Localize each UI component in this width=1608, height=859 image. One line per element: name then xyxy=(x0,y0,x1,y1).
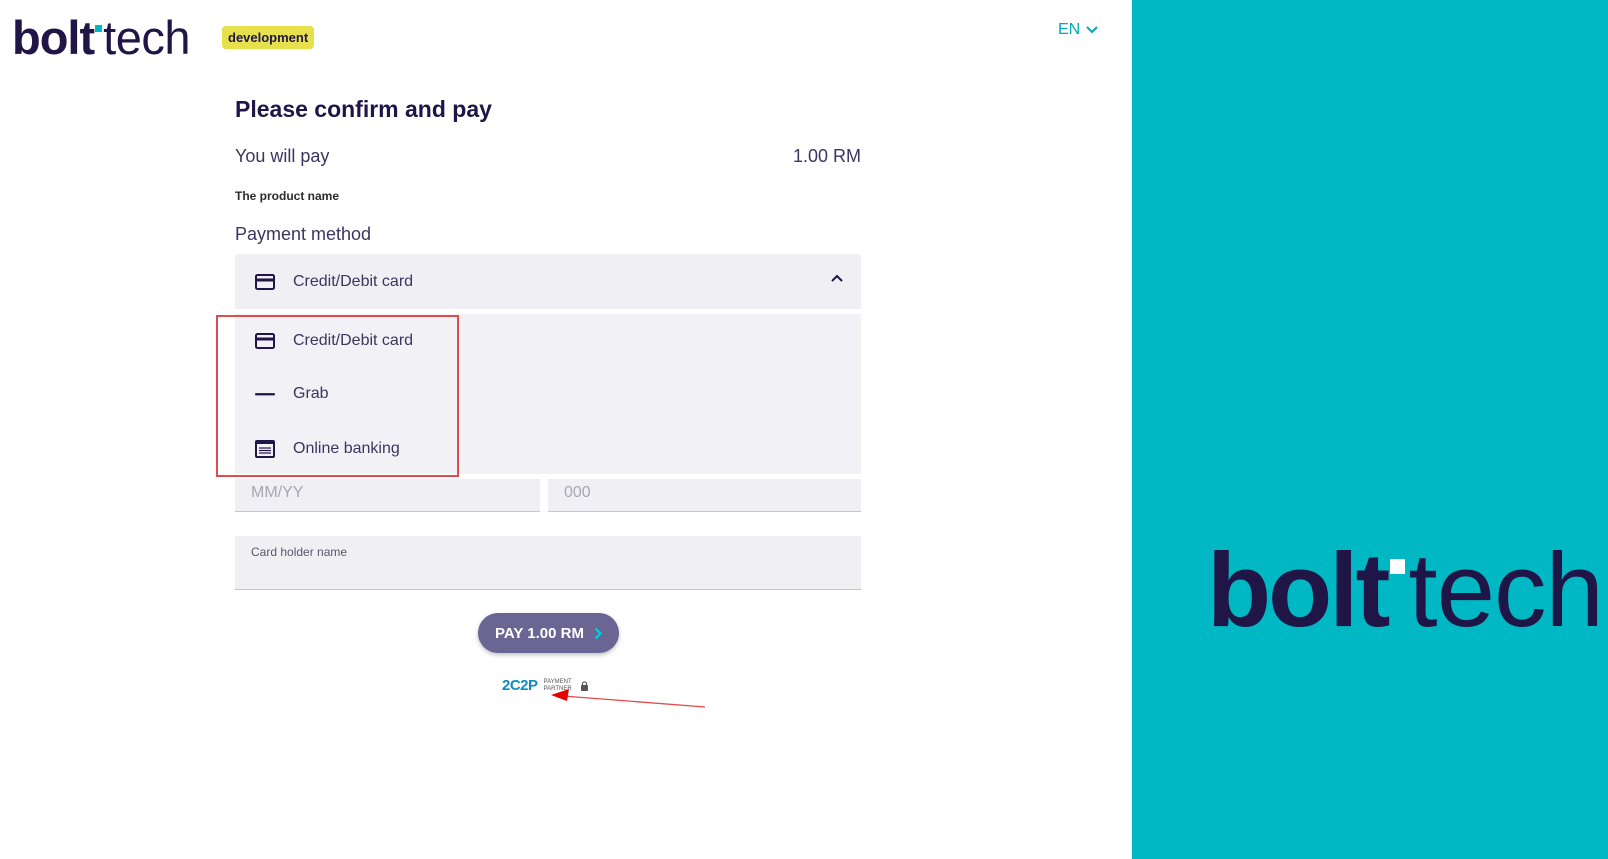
amount-row: You will pay 1.00 RM xyxy=(235,146,861,167)
card-holder-name-field[interactable]: Card holder name xyxy=(235,536,861,590)
method-option-label: Online banking xyxy=(293,440,400,457)
page-title: Please confirm and pay xyxy=(235,96,492,122)
method-option-online-banking[interactable]: Online banking xyxy=(235,427,861,471)
you-will-pay-label: You will pay xyxy=(235,146,330,166)
pay-button-label: PAY 1.00 RM xyxy=(495,624,584,642)
chevron-down-icon xyxy=(1086,26,1098,34)
credit-card-icon xyxy=(255,333,275,349)
partner-logo: 2C2P xyxy=(502,677,538,694)
logo-bold-text: bolt xyxy=(12,11,95,64)
brand-logo-light: tech xyxy=(1408,532,1603,649)
payment-partner: 2C2P PAYMENT PARTNER xyxy=(502,677,589,694)
lock-icon xyxy=(580,680,588,691)
payment-method-label: Payment method xyxy=(235,224,372,244)
selected-method-label: Credit/Debit card xyxy=(293,272,414,290)
brand-logo-square xyxy=(1390,559,1406,574)
logo-dot xyxy=(95,25,103,32)
payment-method-dropdown: Credit/Debit card Grab Online banking xyxy=(235,314,861,474)
online-banking-icon xyxy=(255,440,275,458)
language-label: EN xyxy=(1058,21,1081,38)
environment-badge: development xyxy=(222,26,315,49)
cvv-placeholder: 000 xyxy=(564,484,591,501)
brand-logo-bold: bolt xyxy=(1207,532,1390,649)
payment-form: Please confirm and pay You will pay 1.00… xyxy=(235,96,861,474)
bolttech-logo: bolt tech xyxy=(12,14,190,61)
chevron-up-icon xyxy=(831,274,843,282)
chevron-right-icon xyxy=(594,627,602,639)
brand-panel: bolt tech xyxy=(1132,0,1608,859)
grabpay-icon xyxy=(255,393,275,396)
expiry-date-field[interactable]: MM/YY xyxy=(235,479,540,512)
expiry-placeholder: MM/YY xyxy=(251,484,304,501)
card-holder-label: Card holder name xyxy=(251,545,348,559)
method-option-label: Credit/Debit card xyxy=(293,332,414,349)
partner-caption: PAYMENT PARTNER xyxy=(543,678,572,692)
checkout-pane: bolt tech development EN Please confirm … xyxy=(0,0,1132,859)
brand-panel-logo: bolt tech xyxy=(1207,532,1604,649)
logo-light-text: tech xyxy=(103,11,190,64)
amount-value: 1.00 RM xyxy=(792,146,861,166)
method-option-card[interactable]: Credit/Debit card xyxy=(235,319,861,363)
cvv-field[interactable]: 000 xyxy=(548,479,861,512)
product-name: The product name xyxy=(235,189,340,203)
payment-method-select[interactable]: Credit/Debit card xyxy=(235,254,861,309)
credit-card-icon xyxy=(255,273,275,290)
method-option-label: Grab xyxy=(293,385,329,402)
method-option-grab[interactable]: Grab xyxy=(235,372,861,416)
pay-button[interactable]: PAY 1.00 RM xyxy=(478,613,619,653)
language-selector[interactable]: EN xyxy=(1058,21,1098,39)
